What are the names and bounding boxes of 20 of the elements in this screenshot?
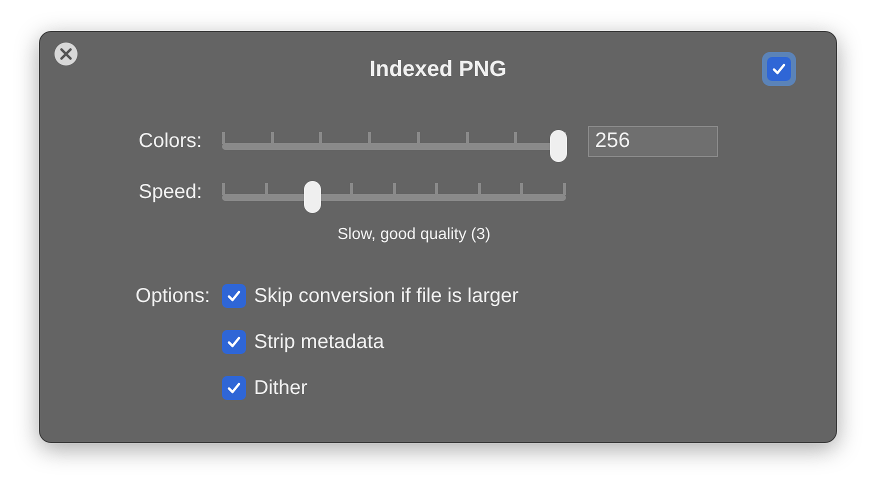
slider-label: Speed: bbox=[138, 180, 203, 205]
checkbox-label: Strip metadata bbox=[254, 330, 384, 355]
checkmark-icon bbox=[227, 290, 241, 302]
enable-checkbox[interactable] bbox=[762, 52, 796, 86]
value-field[interactable]: 256 bbox=[588, 126, 718, 156]
checkbox-label: Skip conversion if file is larger bbox=[254, 284, 519, 309]
slider-thumb[interactable] bbox=[304, 181, 321, 213]
window-title: Indexed PNG bbox=[370, 55, 506, 83]
close-button[interactable] bbox=[54, 42, 78, 66]
options-label: Options: bbox=[134, 284, 211, 309]
slider-thumb[interactable] bbox=[550, 130, 567, 162]
checkmark-icon bbox=[227, 382, 241, 394]
slider-label: Colors: bbox=[138, 129, 203, 154]
slider-caption: Slow, good quality (3) bbox=[336, 225, 492, 245]
checkmark-icon bbox=[227, 336, 241, 348]
checkmark-icon bbox=[772, 63, 786, 75]
checkbox[interactable] bbox=[222, 284, 246, 308]
checkbox[interactable] bbox=[222, 330, 246, 354]
checkbox-label: Dither bbox=[254, 376, 308, 401]
checkbox[interactable] bbox=[222, 376, 246, 400]
